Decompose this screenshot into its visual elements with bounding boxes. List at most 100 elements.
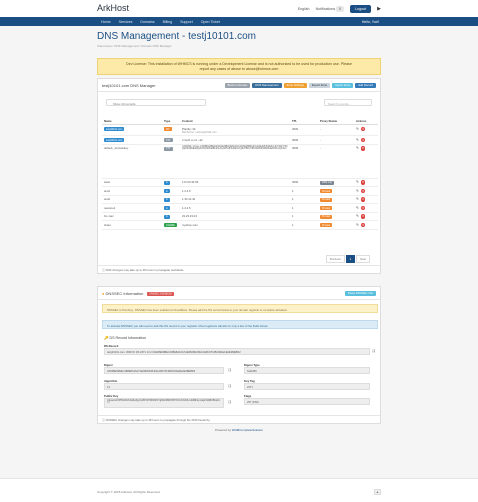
record-content: 23.23.23.23 xyxy=(180,212,290,221)
delete-icon[interactable]: ✕ xyxy=(360,146,366,151)
crumb-client-area[interactable]: Client Area xyxy=(97,44,112,48)
ds-record-field[interactable]: testj10101.com. 3600 IN DS 2371 13 2 0A9… xyxy=(104,348,370,355)
nav-domains[interactable]: Domains xyxy=(140,20,154,24)
delete-icon[interactable]: ✕ xyxy=(360,188,366,193)
flags-field[interactable]: 257 (KSK) xyxy=(244,398,370,405)
col-name[interactable]: Name xyxy=(102,117,162,125)
record-type: A xyxy=(164,180,170,185)
nav-open-ticket[interactable]: Open Ticket xyxy=(201,20,220,24)
delete-icon[interactable]: ✕ xyxy=(360,222,366,227)
record-content: v=DKIM1; k=rsa; p=MIIBIjANBgkqhkiG9w0BAQ… xyxy=(180,144,290,179)
top-bar: ArkHost English Notifications 0 Logout ▶ xyxy=(0,0,478,17)
record-type: MX xyxy=(164,127,172,131)
digest-type-field[interactable]: SHA256 xyxy=(244,367,370,374)
record-name: test2 xyxy=(102,195,162,204)
record-ttl: 1 xyxy=(290,212,318,221)
add-record-button[interactable]: Add Record xyxy=(355,82,376,88)
edit-icon[interactable]: ✎ xyxy=(356,206,359,210)
key-tag-field[interactable]: 2371 xyxy=(244,383,370,390)
algorithm-field[interactable]: 13 xyxy=(104,383,224,390)
edit-icon[interactable]: ✎ xyxy=(356,214,359,218)
record-ttl: 1 xyxy=(290,195,318,204)
col-proxy-status[interactable]: Proxy Status xyxy=(318,117,354,125)
col-content[interactable]: Content xyxy=(180,117,290,125)
copy-icon[interactable]: ❏ xyxy=(372,349,375,353)
record-ttl: 3600 xyxy=(290,144,318,179)
dnssec-title: DNSSEC Information xyxy=(105,290,144,296)
table-row: share CNAME mydrive.com 1 Proxied ✎ ✕ xyxy=(102,220,378,230)
edit-icon[interactable]: ✎ xyxy=(356,223,359,227)
dns-nameservers-button[interactable]: DNS Nameservers xyxy=(252,82,282,88)
record-proxy: - xyxy=(318,144,354,179)
pager-previous[interactable]: Previous xyxy=(325,255,345,263)
import-zone-button[interactable]: Import Zone xyxy=(332,82,354,88)
export-zone-button[interactable]: Export Zone xyxy=(308,82,331,88)
col-type[interactable]: Type xyxy=(162,117,180,125)
crumb-dns-management[interactable]: DNS Management xyxy=(114,44,139,48)
pager-page-1[interactable]: 1 xyxy=(345,255,356,263)
nav-items: Home Services Domains Billing Support Op… xyxy=(101,20,220,24)
whmcs-link[interactable]: WHMCompleteSolution xyxy=(232,428,263,432)
brand-logo[interactable]: ArkHost xyxy=(97,3,129,13)
notifications-link[interactable]: Notifications 0 xyxy=(316,6,345,12)
user-menu[interactable]: Hello, Yuri! xyxy=(362,20,379,24)
record-name: www xyxy=(102,178,162,187)
delete-icon[interactable]: ✕ xyxy=(360,197,366,202)
public-key-field[interactable]: mdsswm2XPh5JWGS4iA6w3jy/nbr8PzZ7IRIh8lC3… xyxy=(104,398,224,408)
record-type: TXT xyxy=(164,138,173,142)
nav-services[interactable]: Services xyxy=(119,20,133,24)
language-selector[interactable]: English xyxy=(298,7,310,11)
record-ttl: 3600 xyxy=(290,178,318,187)
delete-icon[interactable]: ✕ xyxy=(360,214,366,219)
page-footer: Copyright © 2025 ArkHost. All Rights Res… xyxy=(0,478,478,502)
record-name: share xyxy=(102,220,162,230)
search-records-input[interactable]: Search records... xyxy=(324,99,372,106)
record-proxy: DNS only xyxy=(320,180,335,185)
back-to-top-icon[interactable]: ▲ xyxy=(374,489,381,495)
delete-icon[interactable]: ✕ xyxy=(360,205,366,210)
edit-icon[interactable]: ✎ xyxy=(356,180,359,184)
pager-next[interactable]: Next xyxy=(356,255,370,263)
nav-home[interactable]: Home xyxy=(101,20,111,24)
edit-icon[interactable]: ✎ xyxy=(356,127,359,131)
delete-icon[interactable]: ✕ xyxy=(360,180,366,185)
copy-icon[interactable]: ❏ xyxy=(228,368,231,372)
copy-icon[interactable]: ❏ xyxy=(228,384,231,388)
back-to-domain-button[interactable]: Back to Domain xyxy=(224,82,251,88)
dnssec-status-badge: DNSSEC DISABLED xyxy=(147,292,174,296)
edit-icon[interactable]: ✎ xyxy=(356,189,359,193)
lock-icon: ● xyxy=(102,290,105,296)
col-ttl[interactable]: TTL xyxy=(290,117,318,125)
info-icon: ⓘ xyxy=(102,418,105,422)
record-content: mydrive.com xyxy=(180,220,290,230)
cart-icon[interactable]: ▶ xyxy=(377,6,381,12)
record-proxy: Proxied xyxy=(320,214,333,219)
edit-icon[interactable]: ✎ xyxy=(356,197,359,201)
record-type: A xyxy=(164,197,170,202)
delete-icon[interactable]: ✕ xyxy=(360,126,366,131)
logout-button[interactable]: Logout xyxy=(350,5,372,13)
nav-support[interactable]: Support xyxy=(180,20,193,24)
edit-icon[interactable]: ✎ xyxy=(356,138,359,142)
record-ttl: 3600 xyxy=(290,135,318,145)
table-toolbar: Show 10 records Search records... xyxy=(102,99,378,107)
record-ttl: 3600 xyxy=(290,124,318,136)
top-right-controls: English Notifications 0 Logout ▶ xyxy=(298,5,381,13)
dns-panel-header: testj10101.com DNS Manager Back to Domai… xyxy=(98,79,380,92)
record-ttl: 1 xyxy=(290,203,318,213)
zone-settings-button[interactable]: Zone Settings xyxy=(283,82,307,88)
record-proxy: Proxied xyxy=(320,206,333,210)
record-name: for-mac xyxy=(102,212,162,221)
reset-dnssec-button[interactable]: Reset DNSSEC Info xyxy=(344,290,376,296)
record-ttl: 1 xyxy=(290,186,318,196)
edit-icon[interactable]: ✎ xyxy=(356,146,359,150)
digest-field[interactable]: 0A938E09BEC188E8A16A7AE6826D2FE31A8F47F2… xyxy=(104,367,224,374)
delete-icon[interactable]: ✕ xyxy=(360,137,366,142)
record-content: 172.64.34.56 xyxy=(180,178,290,187)
dnssec-panel-header: ● DNSSEC Information DNSSEC DISABLED Res… xyxy=(98,287,380,300)
nav-billing[interactable]: Billing xyxy=(163,20,173,24)
copy-icon[interactable]: ❏ xyxy=(228,400,231,404)
dnssec-info-alert: To activate DNSSEC you will need to add … xyxy=(102,320,378,329)
records-per-page-select[interactable]: Show 10 records xyxy=(106,99,206,106)
dns-panel-title: testj10101.com DNS Manager xyxy=(102,82,156,88)
